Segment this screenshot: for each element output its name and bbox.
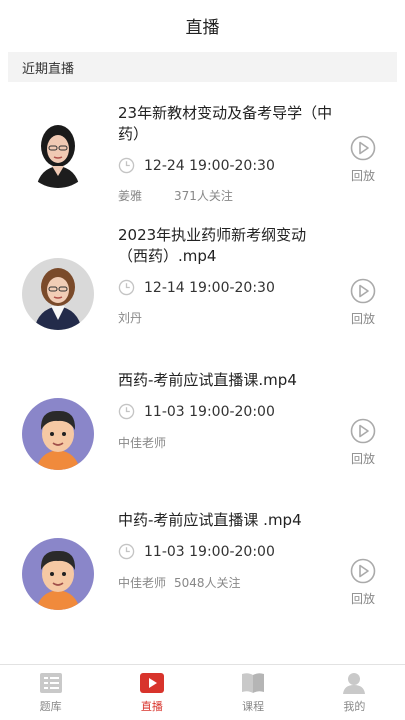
time-row: 11-03 19:00-20:00	[118, 403, 275, 420]
follow-count: 371人关注	[174, 189, 233, 203]
avatar	[22, 398, 94, 470]
live-item[interactable]: 中药-考前应试直播课 .mp4 11-03 19:00-20:00 中佳老师 5…	[0, 502, 405, 642]
meta: 中佳老师 5048人关注	[118, 575, 241, 591]
tab-mine[interactable]: 我的	[304, 665, 405, 720]
live-time: 11-03 19:00-20:00	[144, 403, 275, 420]
page-title: 直播	[185, 17, 220, 38]
tab-question-bank[interactable]: 题库	[0, 665, 101, 720]
tab-label: 直播	[140, 700, 163, 713]
section-header: 近期直播	[8, 52, 397, 82]
live-time: 11-03 19:00-20:00	[144, 543, 275, 560]
section-title: 近期直播	[22, 61, 75, 77]
live-item[interactable]: 2023年执业药师新考纲变动（西药）.mp4 12-14 19:00-20:30…	[0, 222, 405, 362]
replay-label: 回放	[350, 169, 375, 183]
live-time: 12-24 19:00-20:30	[144, 157, 275, 174]
time-row: 12-24 19:00-20:30	[118, 157, 275, 174]
tab-label: 课程	[242, 700, 265, 713]
tab-label: 题库	[39, 700, 62, 713]
play-circle-icon	[350, 278, 376, 304]
book-icon	[242, 673, 265, 693]
teacher-name: 中佳老师	[118, 436, 167, 450]
live-title: 2023年执业药师新考纲变动（西药）.mp4	[118, 226, 307, 265]
replay-button[interactable]: 回放	[346, 135, 380, 184]
avatar	[22, 258, 94, 330]
avatar	[22, 116, 94, 188]
teacher-name: 中佳老师	[118, 576, 167, 590]
live-item[interactable]: 23年新教材变动及备考导学（中药） 12-24 19:00-20:30 姜雅 3…	[0, 82, 405, 222]
tab-live[interactable]: 直播	[101, 665, 202, 720]
live-title: 23年新教材变动及备考导学（中药）	[118, 104, 333, 143]
clock-icon	[118, 403, 135, 420]
teacher-name: 姜雅	[118, 189, 143, 203]
replay-button[interactable]: 回放	[346, 418, 380, 467]
play-circle-icon	[350, 418, 376, 444]
live-title: 西药-考前应试直播课.mp4	[118, 371, 297, 389]
clock-icon	[118, 157, 135, 174]
tab-course[interactable]: 课程	[203, 665, 304, 720]
replay-label: 回放	[350, 592, 375, 606]
meta: 中佳老师	[118, 435, 166, 451]
teacher-name: 刘丹	[118, 311, 143, 325]
play-circle-icon	[350, 558, 376, 584]
replay-button[interactable]: 回放	[346, 278, 380, 327]
play-circle-icon	[350, 135, 376, 161]
follow-count: 5048人关注	[174, 576, 241, 590]
user-icon	[343, 673, 366, 694]
question-bank-icon	[39, 673, 62, 693]
replay-button[interactable]: 回放	[346, 558, 380, 607]
time-row: 11-03 19:00-20:00	[118, 543, 275, 560]
live-item[interactable]: 西药-考前应试直播课.mp4 11-03 19:00-20:00 中佳老师 回放	[0, 362, 405, 502]
tab-bar: 题库 直播 课程 我的	[0, 664, 405, 720]
live-time: 12-14 19:00-20:30	[144, 279, 275, 296]
replay-label: 回放	[350, 452, 375, 466]
live-icon	[139, 673, 164, 693]
time-row: 12-14 19:00-20:30	[118, 279, 275, 296]
meta: 姜雅 371人关注	[118, 188, 233, 204]
tab-label: 我的	[343, 700, 366, 713]
live-list: 23年新教材变动及备考导学（中药） 12-24 19:00-20:30 姜雅 3…	[0, 82, 405, 642]
live-title: 中药-考前应试直播课 .mp4	[118, 511, 302, 529]
clock-icon	[118, 279, 135, 296]
meta: 刘丹	[118, 310, 174, 326]
top-bar: 直播	[0, 0, 405, 50]
avatar	[22, 538, 94, 610]
replay-label: 回放	[350, 312, 375, 326]
clock-icon	[118, 543, 135, 560]
